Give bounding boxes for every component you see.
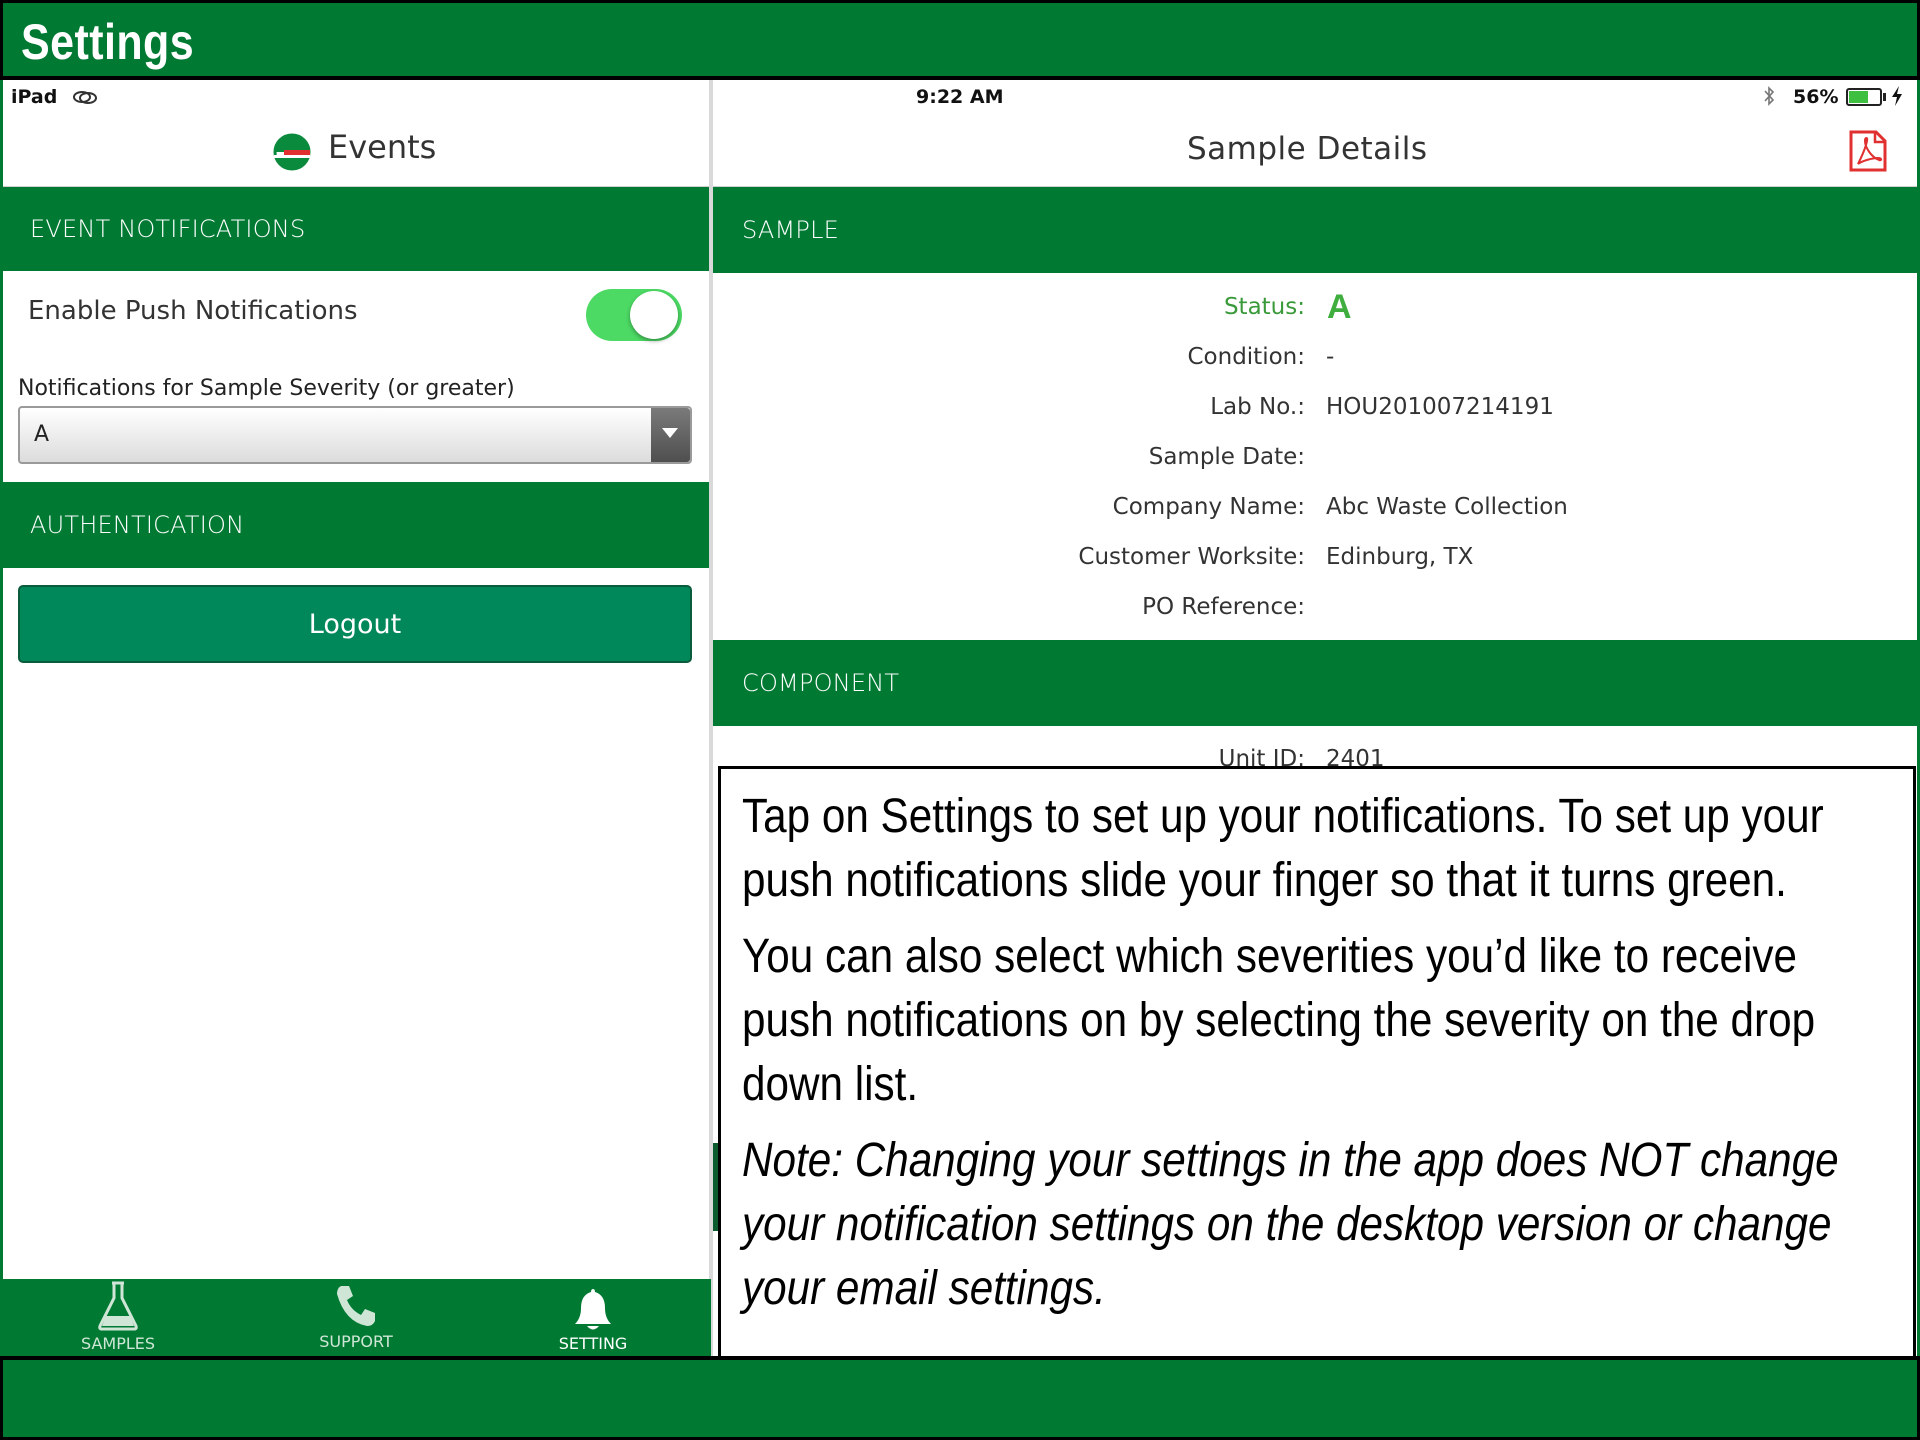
section-header-label: AUTHENTICATION [30,511,245,539]
section-header-event-notifications: EVENT NOTIFICATIONS [3,187,709,271]
charging-icon [1892,86,1902,106]
tab-label: SUPPORT [319,1332,393,1351]
phone-icon [337,1286,375,1326]
sample-date-label: Sample Date: [1148,444,1305,470]
section-header-label: EVENT NOTIFICATIONS [30,215,306,243]
status-device-label: iPad [11,86,58,108]
toggle-knob[interactable] [630,291,678,339]
tab-support[interactable]: SUPPORT [256,1282,456,1351]
status-time: 9:22 AM [916,86,1004,108]
link-icon [73,91,97,104]
app-logo-icon [273,133,311,171]
condition-label: Condition: [1187,344,1305,370]
section-header-label: COMPONENT [742,669,900,697]
instruction-callout: Tap on Settings to set up your notificat… [718,766,1916,1360]
bluetooth-icon [1764,86,1775,106]
tab-label: SAMPLES [80,1334,156,1353]
severity-dropdown[interactable] [18,406,692,464]
company-name-label: Company Name: [1112,494,1305,520]
status-badge: A [1327,288,1352,322]
po-reference-label: PO Reference: [1142,594,1305,620]
callout-paragraph-1: Tap on Settings to set up your notificat… [742,790,1824,907]
slide-title-bar: Settings [0,0,1920,80]
callout-paragraph-2: You can also select which severities you… [742,930,1816,1111]
severity-selected-value[interactable]: A [34,422,49,447]
severity-label: Notifications for Sample Severity (or gr… [18,376,515,401]
slide-title: Settings [21,14,195,70]
pane-title: Sample Details [1187,131,1428,167]
push-notifications-label: Enable Push Notifications [28,296,358,326]
section-header-authentication: AUTHENTICATION [3,482,709,568]
chevron-down-icon[interactable] [662,428,678,438]
battery-tip [1883,93,1886,101]
pane-title: Events [328,128,437,166]
bell-icon [575,1289,611,1330]
status-badge-text: A [1327,288,1352,322]
battery-percent: 56% [1793,86,1839,108]
tab-samples[interactable]: SAMPLES [18,1280,218,1353]
company-name-value: Abc Waste Collection [1326,494,1568,520]
section-header-component: COMPONENT [713,640,1917,726]
slide-footer-bar [0,1356,1920,1440]
customer-worksite-label: Customer Worksite: [1078,544,1305,570]
callout-note: Note: Changing your settings in the app … [742,1134,1839,1315]
condition-value: - [1326,344,1335,370]
flask-icon [98,1281,138,1331]
customer-worksite-value: Edinburg, TX [1326,544,1474,570]
lab-number-label: Lab No.: [1210,394,1305,420]
lab-number-value: HOU201007214191 [1326,394,1554,420]
tab-label: SETTING [558,1334,628,1353]
logout-button[interactable]: Logout [18,585,692,663]
section-header-label: SAMPLE [742,216,840,244]
tab-setting[interactable]: SETTING [493,1286,693,1353]
pdf-icon[interactable] [1848,130,1888,172]
battery-level [1849,91,1868,103]
status-label: Status: [1223,294,1305,320]
section-header-sample: SAMPLE [713,187,1917,273]
